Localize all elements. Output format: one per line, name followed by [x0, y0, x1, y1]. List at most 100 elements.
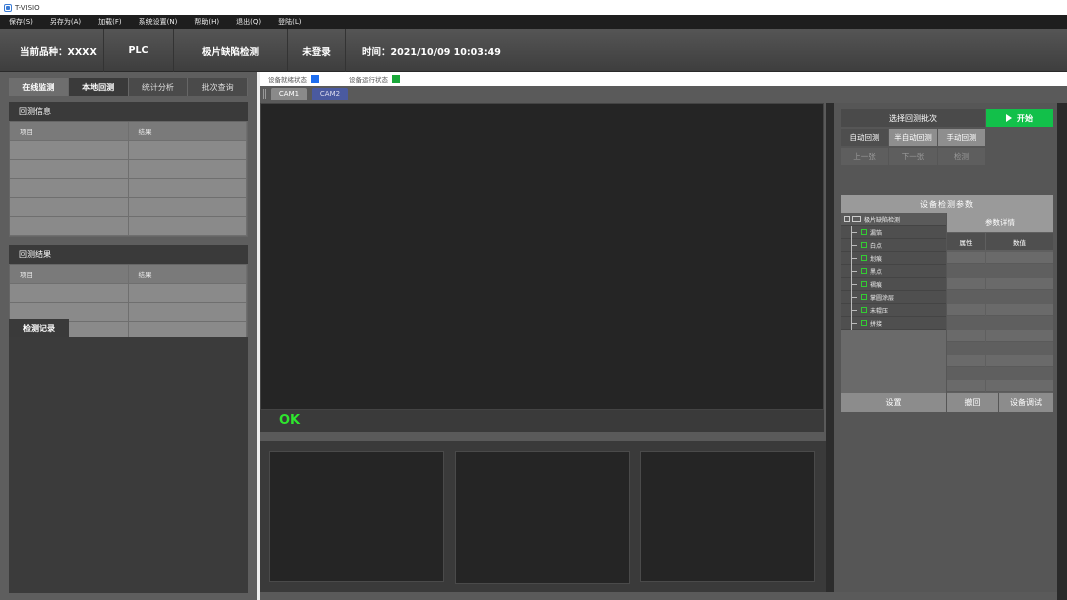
table-row — [10, 217, 247, 236]
window-titlebar: T-VISIO — [0, 0, 1067, 15]
tab-online-monitor[interactable]: 在线监测 — [9, 78, 69, 96]
col-item: 项目 — [10, 122, 129, 140]
tree-item-label: 白点 — [870, 242, 883, 250]
table-cell[interactable] — [986, 278, 1053, 290]
col-result: 结果 — [128, 122, 247, 140]
table-row — [10, 141, 247, 160]
detection-record-list[interactable] — [9, 337, 248, 593]
table-cell[interactable] — [986, 304, 1053, 316]
table-cell[interactable] — [986, 330, 1053, 342]
tab-batch-query[interactable]: 批次查询 — [188, 78, 248, 96]
checkbox-icon[interactable] — [861, 242, 867, 248]
next-image-button[interactable]: 下一张 — [889, 148, 937, 165]
menu-save-as[interactable]: 另存为(A) — [41, 17, 89, 27]
detect-button[interactable]: 检测 — [938, 148, 985, 165]
thumbnail-1[interactable] — [269, 451, 444, 582]
tree-item-label: 黑点 — [870, 268, 883, 276]
menu-help[interactable]: 帮助(H) — [185, 17, 227, 27]
tab-cam1[interactable]: CAM1 — [271, 88, 307, 100]
tab-cam2[interactable]: CAM2 — [312, 88, 348, 100]
thumbnail-2[interactable] — [455, 451, 630, 584]
tree-item-white-dot[interactable]: 白点 — [841, 238, 946, 252]
login-status: 未登录 — [288, 29, 346, 72]
table-cell[interactable] — [947, 380, 985, 392]
tree-root[interactable]: 极片缺陷检测 — [841, 213, 946, 226]
table-cell[interactable] — [947, 330, 985, 342]
run-status-indicator — [392, 75, 400, 83]
result-text: OK — [279, 413, 301, 428]
monitor-icon — [852, 216, 861, 222]
tree-item-label: 拼接 — [870, 320, 883, 328]
detection-record-tab[interactable]: 检测记录 — [9, 319, 69, 337]
tree-item-foil-leak[interactable]: 漏箔 — [841, 225, 946, 239]
table-cell[interactable] — [947, 304, 985, 316]
tab-local-replay[interactable]: 本地回测 — [68, 78, 129, 96]
table-cell[interactable] — [986, 380, 1053, 392]
thumbnail-strip — [260, 441, 826, 592]
tree-item-label: 划痕 — [870, 255, 883, 263]
menu-system-settings[interactable]: 系统设置(N) — [130, 17, 186, 27]
current-product: 当前品种：XXXX — [0, 29, 104, 72]
current-time: 时间：2021/10/09 10:03:49 — [362, 46, 501, 58]
right-scrollbar[interactable] — [1057, 103, 1067, 600]
device-debug-button[interactable]: 设备调试 — [999, 393, 1053, 412]
checkbox-icon[interactable] — [861, 229, 867, 235]
checkbox-icon[interactable] — [861, 294, 867, 300]
ready-status-label: 设备就绪状态 — [268, 76, 307, 84]
col-value: 数值 — [986, 233, 1053, 250]
plc-status: PLC — [104, 29, 174, 72]
start-button[interactable]: 开始 — [986, 109, 1053, 127]
ready-status-indicator — [311, 75, 319, 83]
detection-mode: 极片缺陷检测 — [174, 29, 288, 72]
tab-statistics[interactable]: 统计分析 — [128, 78, 189, 96]
manual-replay-button[interactable]: 手动回测 — [938, 129, 985, 146]
table-cell[interactable] — [986, 355, 1053, 367]
checkbox-icon[interactable] — [861, 255, 867, 261]
tree-item-scratch[interactable]: 划痕 — [841, 251, 946, 265]
result-bar: OK — [260, 410, 824, 432]
table-header: 项目 结果 — [10, 265, 247, 284]
checkbox-icon[interactable] — [861, 268, 867, 274]
window-title: T-VISIO — [15, 3, 40, 12]
replay-info-panel: 回测信息 项目 结果 — [9, 102, 248, 237]
drag-handle-icon[interactable] — [263, 89, 266, 99]
replay-info-table: 项目 结果 — [9, 121, 248, 237]
menu-exit[interactable]: 退出(Q) — [227, 17, 269, 27]
menu-save[interactable]: 保存(S) — [0, 17, 41, 27]
tree-item-black-dot[interactable]: 黑点 — [841, 264, 946, 278]
thumbnail-3[interactable] — [640, 451, 815, 582]
settings-button[interactable]: 设置 — [841, 393, 946, 412]
camera-image-viewer[interactable] — [260, 103, 824, 410]
table-cell[interactable] — [947, 355, 985, 367]
play-icon — [1006, 114, 1012, 122]
menu-login[interactable]: 登陆(L) — [269, 17, 309, 27]
table-cell[interactable] — [947, 278, 985, 290]
param-detail-title: 参数详情 — [947, 213, 1053, 232]
tree-item-splice[interactable]: 拼接 — [841, 316, 946, 330]
app-logo-icon — [4, 3, 12, 12]
run-status-label: 设备运行状态 — [349, 76, 388, 84]
table-cell[interactable] — [986, 252, 1053, 264]
checkbox-icon[interactable] — [861, 320, 867, 326]
checkbox-icon[interactable] — [861, 281, 867, 287]
tree-item-coating[interactable]: 掌圆涂层 — [841, 290, 946, 304]
info-header: 当前品种：XXXX PLC 极片缺陷检测 未登录 时间：2021/10/09 1… — [0, 29, 1067, 72]
menu-bar: 保存(S) 另存为(A) 加载(F) 系统设置(N) 帮助(H) 退出(Q) 登… — [0, 15, 1067, 29]
tree-item-unrolled[interactable]: 未辊压 — [841, 303, 946, 317]
table-cell[interactable] — [947, 252, 985, 264]
table-header: 项目 结果 — [10, 122, 247, 141]
prev-image-button[interactable]: 上一张 — [841, 148, 888, 165]
tree-item-label: 漏箔 — [870, 229, 883, 237]
checkbox-icon[interactable] — [861, 307, 867, 313]
tree-item-crease[interactable]: 褶痕 — [841, 277, 946, 291]
table-row — [10, 179, 247, 198]
semi-auto-replay-button[interactable]: 半自动回测 — [889, 129, 937, 146]
table-row — [10, 284, 247, 303]
menu-load[interactable]: 加载(F) — [89, 17, 130, 27]
auto-replay-button[interactable]: 自动回测 — [841, 129, 888, 146]
undo-button[interactable]: 撤回 — [947, 393, 998, 412]
select-batch-button[interactable]: 选择回测批次 — [841, 109, 985, 127]
camera-tabs: CAM1 CAM2 — [260, 86, 1067, 102]
collapse-icon[interactable] — [844, 216, 850, 222]
col-result: 结果 — [128, 265, 247, 283]
